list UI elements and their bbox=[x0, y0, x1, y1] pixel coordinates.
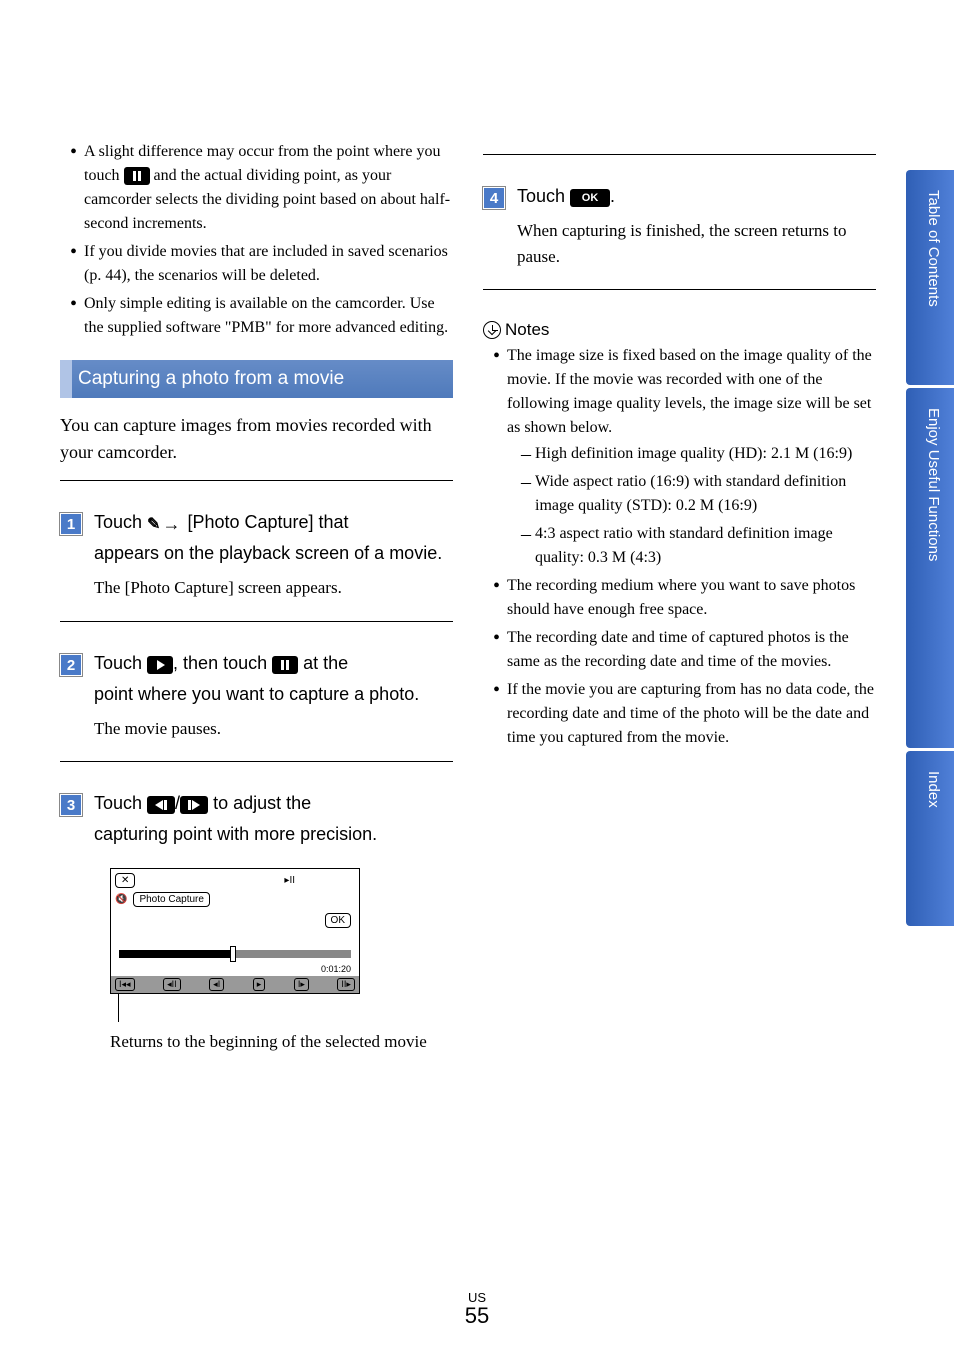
sub-item: Wide aspect ratio (16:9) with standard d… bbox=[521, 470, 876, 518]
step-title: 4 Touch OK. bbox=[483, 183, 876, 210]
intro-text: You can capture images from movies recor… bbox=[60, 412, 453, 466]
frame-right-icon bbox=[180, 796, 208, 814]
intro-bullets: A slight difference may occur from the p… bbox=[60, 140, 453, 340]
text: Touch bbox=[94, 512, 147, 532]
bullet-item: Only simple editing is available on the … bbox=[70, 292, 453, 340]
step-title: 2 Touch , then touch at the bbox=[60, 650, 453, 677]
frame-fwd-icon: I▸ bbox=[294, 978, 309, 991]
page: A slight difference may occur from the p… bbox=[0, 0, 954, 1357]
text: Touch bbox=[94, 793, 147, 813]
tab-functions[interactable]: Enjoy Useful Functions bbox=[906, 388, 954, 748]
right-column: 4 Touch OK. When capturing is finished, … bbox=[483, 140, 876, 1327]
bullet-item: The recording date and time of captured … bbox=[493, 626, 876, 674]
notes-list: The image size is fixed based on the ima… bbox=[483, 344, 876, 750]
divider bbox=[60, 761, 453, 762]
bullet-item: A slight difference may occur from the p… bbox=[70, 140, 453, 236]
photo-capture-label: Photo Capture bbox=[133, 892, 210, 907]
frame-left-icon bbox=[147, 796, 175, 814]
notes-icon bbox=[483, 321, 501, 339]
tab-index[interactable]: Index bbox=[906, 751, 954, 926]
sub-item: High definition image quality (HD): 2.1 … bbox=[521, 442, 876, 466]
ffwd-icon: II▸ bbox=[337, 978, 355, 991]
step-2: 2 Touch , then touch at the point where … bbox=[60, 636, 453, 742]
step-title-cont: point where you want to capture a photo. bbox=[60, 681, 453, 708]
step-title-cont: appears on the playback screen of a movi… bbox=[60, 540, 453, 567]
arrow-icon: → bbox=[162, 514, 180, 535]
divider bbox=[483, 289, 876, 290]
leader-line bbox=[110, 1004, 453, 1024]
speaker-icon: 🔇 bbox=[115, 894, 127, 905]
time-display: 0:01:20 bbox=[111, 962, 359, 976]
step-number: 4 bbox=[483, 187, 505, 209]
notes-header: Notes bbox=[483, 320, 876, 340]
step-detail: The movie pauses. bbox=[60, 716, 453, 742]
screen-ok-row: OK bbox=[111, 911, 359, 930]
text: to adjust the bbox=[208, 793, 311, 813]
step-number: 1 bbox=[60, 513, 82, 535]
screen-row2: 🔇 Photo Capture bbox=[111, 892, 359, 911]
notes-label: Notes bbox=[505, 320, 549, 340]
step-number: 3 bbox=[60, 794, 82, 816]
text: The image size is fixed based on the ima… bbox=[507, 347, 872, 436]
small-pause-icon: ▸II bbox=[284, 875, 295, 886]
prev-icon: I◂◂ bbox=[115, 978, 135, 991]
progress-bar bbox=[119, 950, 351, 958]
sub-list: High definition image quality (HD): 2.1 … bbox=[507, 442, 876, 570]
close-button: ✕ bbox=[115, 873, 135, 888]
text: , then touch bbox=[173, 653, 272, 673]
text: [Photo Capture] that bbox=[182, 512, 348, 532]
step-detail: The [Photo Capture] screen appears. bbox=[60, 575, 453, 601]
section-heading: Capturing a photo from a movie bbox=[60, 360, 453, 398]
step-3: 3 Touch / to adjust the capturing point … bbox=[60, 776, 453, 848]
sub-item: 4:3 aspect ratio with standard definitio… bbox=[521, 522, 876, 570]
bullet-item: If you divide movies that are included i… bbox=[70, 240, 453, 288]
playback-controls: I◂◂ ◂II ◂I ▸ I▸ II▸ bbox=[111, 976, 359, 993]
step-title: 1 Touch ✎→ [Photo Capture] that bbox=[60, 509, 453, 536]
step-detail: When capturing is finished, the screen r… bbox=[483, 218, 876, 269]
screen-caption: Returns to the beginning of the selected… bbox=[110, 1030, 453, 1054]
screen-mockup: ✕ ▸II 🔇 Photo Capture OK 0:01:20 I◂◂ ◂II bbox=[110, 868, 360, 994]
play-icon bbox=[147, 656, 173, 674]
page-num-value: 55 bbox=[465, 1303, 489, 1329]
side-tabs: Table of Contents Enjoy Useful Functions… bbox=[906, 0, 954, 1357]
step-1: 1 Touch ✎→ [Photo Capture] that appears … bbox=[60, 495, 453, 601]
pause-icon bbox=[272, 656, 298, 674]
ok-button: OK bbox=[325, 913, 351, 928]
play-icon: ▸ bbox=[253, 978, 266, 991]
frame-back-icon: ◂I bbox=[209, 978, 224, 991]
bullet-item: The image size is fixed based on the ima… bbox=[493, 344, 876, 570]
ok-icon: OK bbox=[570, 189, 610, 207]
content-area: A slight difference may occur from the p… bbox=[0, 0, 906, 1357]
page-number: US 55 bbox=[465, 1290, 489, 1329]
text: at the bbox=[298, 653, 348, 673]
step-title: 3 Touch / to adjust the bbox=[60, 790, 453, 817]
progress-marker bbox=[230, 946, 236, 962]
rew-icon: ◂II bbox=[163, 978, 181, 991]
edit-icon: ✎ bbox=[147, 514, 160, 534]
divider bbox=[483, 154, 876, 155]
divider bbox=[60, 480, 453, 481]
text: Touch bbox=[94, 653, 147, 673]
step-number: 2 bbox=[60, 654, 82, 676]
bullet-item: The recording medium where you want to s… bbox=[493, 574, 876, 622]
text: . bbox=[610, 186, 615, 206]
step-4: 4 Touch OK. When capturing is finished, … bbox=[483, 169, 876, 269]
step-title-cont: capturing point with more precision. bbox=[60, 821, 453, 848]
tab-toc[interactable]: Table of Contents bbox=[906, 170, 954, 385]
divider bbox=[60, 621, 453, 622]
text: Touch bbox=[517, 186, 570, 206]
pause-icon bbox=[124, 167, 150, 185]
screen-top-row: ✕ ▸II bbox=[111, 869, 359, 892]
left-column: A slight difference may occur from the p… bbox=[60, 140, 453, 1327]
bullet-item: If the movie you are capturing from has … bbox=[493, 678, 876, 750]
